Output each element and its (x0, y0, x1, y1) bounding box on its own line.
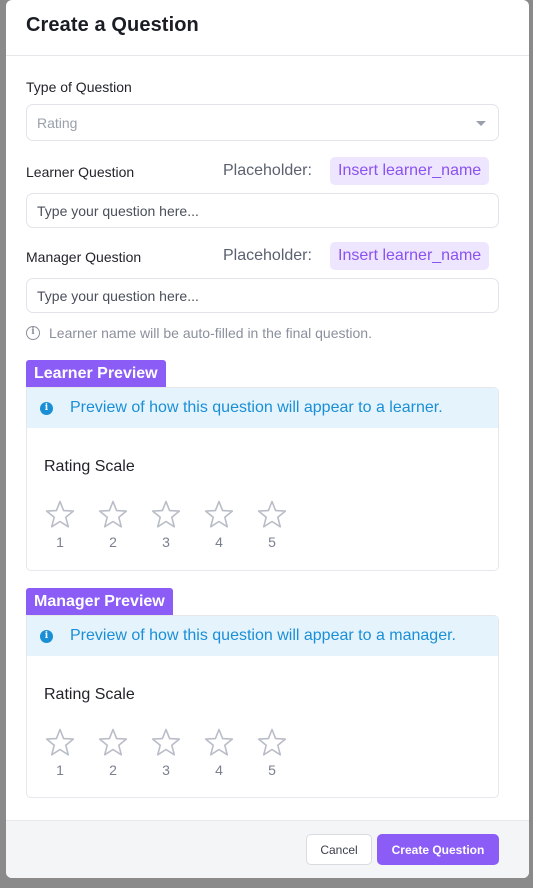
learner-insert-name-chip[interactable]: Insert learner_name (330, 157, 490, 185)
auto-fill-hint: i Learner name will be auto-filled in th… (26, 325, 372, 341)
learner-placeholder-label: Placeholder: (223, 162, 312, 179)
learner-rating-scale-title: Rating Scale (44, 458, 135, 475)
learner-preview-tag: Learner Preview (26, 360, 166, 387)
manager-preview-card: i Preview of how this question will appe… (26, 615, 499, 798)
question-type-value: Rating (37, 115, 78, 131)
manager-preview-banner: i Preview of how this question will appe… (27, 616, 498, 656)
manager-star-number: 4 (215, 762, 223, 778)
info-outline-icon: i (26, 326, 40, 340)
manager-star-number: 3 (162, 762, 170, 778)
chevron-down-icon (476, 121, 486, 126)
star-icon (98, 500, 128, 528)
star-icon (257, 500, 287, 528)
manager-star-option[interactable]: 5 (255, 726, 289, 778)
hint-text: Learner name will be auto-filled in the … (49, 325, 372, 341)
learner-question-label: Learner Question (26, 164, 135, 180)
manager-insert-name-chip[interactable]: Insert learner_name (330, 242, 490, 270)
modal-title: Create a Question (26, 14, 199, 36)
modal-footer: Cancel Create Question (6, 820, 529, 878)
manager-star-number: 5 (268, 762, 276, 778)
cancel-button[interactable]: Cancel (306, 834, 372, 865)
star-icon (151, 500, 181, 528)
learner-question-input[interactable] (26, 193, 499, 228)
create-question-modal: Create a Question Type of Question Ratin… (6, 0, 529, 878)
star-icon (45, 500, 75, 528)
manager-question-input[interactable] (26, 278, 499, 313)
manager-star-option[interactable]: 2 (96, 726, 130, 778)
info-icon: i (40, 401, 53, 415)
manager-star-number: 2 (109, 762, 117, 778)
manager-star-number: 1 (56, 762, 64, 778)
star-icon (257, 728, 287, 756)
learner-preview-banner: i Preview of how this question will appe… (27, 388, 498, 428)
star-icon (45, 728, 75, 756)
learner-star-option[interactable]: 4 (202, 498, 236, 550)
manager-placeholder-label: Placeholder: (223, 247, 312, 264)
learner-star-number: 1 (56, 534, 64, 550)
manager-star-option[interactable]: 4 (202, 726, 236, 778)
star-icon (204, 500, 234, 528)
type-of-question-label: Type of Question (26, 79, 132, 95)
modal-header: Create a Question (6, 0, 529, 56)
create-question-button[interactable]: Create Question (377, 834, 499, 865)
star-icon (151, 728, 181, 756)
manager-preview-banner-text: Preview of how this question will appear… (70, 627, 456, 644)
manager-rating-stars: 1 2 3 4 5 (43, 726, 289, 778)
star-icon (204, 728, 234, 756)
learner-preview-card: i Preview of how this question will appe… (26, 387, 499, 571)
manager-rating-scale-title: Rating Scale (44, 686, 135, 703)
learner-star-option[interactable]: 1 (43, 498, 77, 550)
learner-star-option[interactable]: 3 (149, 498, 183, 550)
learner-star-option[interactable]: 2 (96, 498, 130, 550)
learner-preview-banner-text: Preview of how this question will appear… (70, 399, 443, 416)
question-type-select[interactable]: Rating (26, 104, 499, 141)
learner-star-number: 5 (268, 534, 276, 550)
learner-star-number: 4 (215, 534, 223, 550)
star-icon (98, 728, 128, 756)
learner-star-number: 3 (162, 534, 170, 550)
manager-star-option[interactable]: 1 (43, 726, 77, 778)
manager-preview-tag: Manager Preview (26, 588, 173, 615)
manager-question-label: Manager Question (26, 249, 142, 265)
info-icon: i (40, 629, 53, 643)
learner-rating-stars: 1 2 3 4 5 (43, 498, 289, 550)
learner-star-option[interactable]: 5 (255, 498, 289, 550)
manager-star-option[interactable]: 3 (149, 726, 183, 778)
learner-star-number: 2 (109, 534, 117, 550)
